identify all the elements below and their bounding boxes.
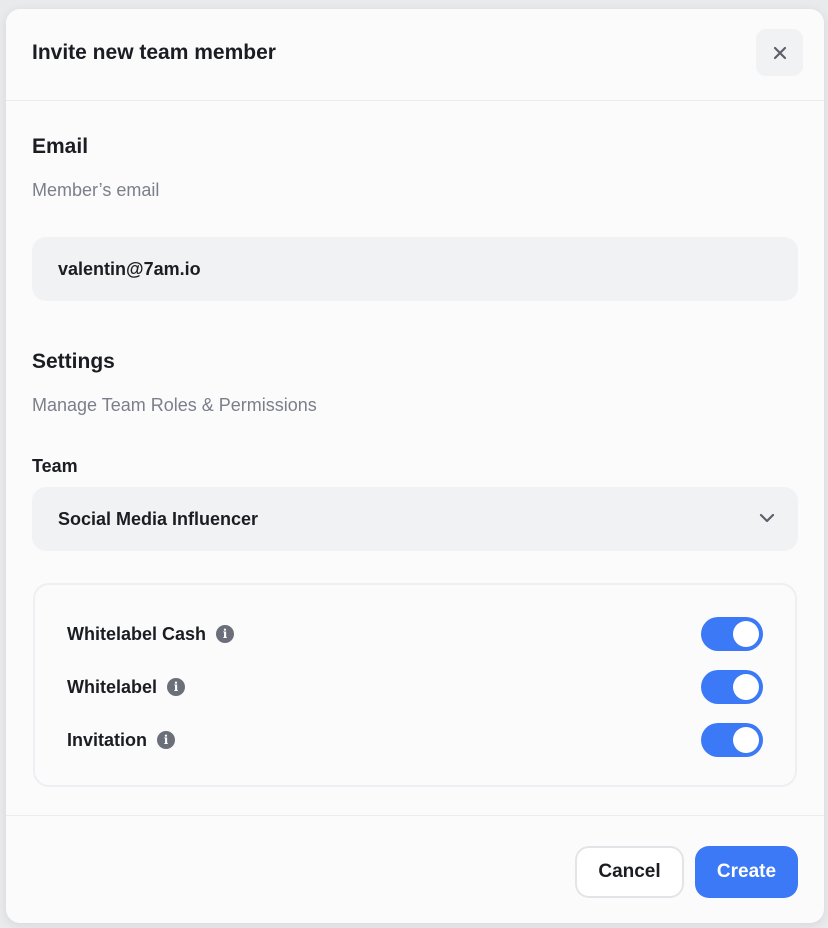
info-icon[interactable]: i	[167, 678, 186, 696]
permission-row-whitelabel-cash: Whitelabel Cash i	[67, 617, 763, 651]
toggle-whitelabel[interactable]	[701, 670, 763, 704]
toggle-knob	[733, 674, 759, 700]
permission-row-invitation: Invitation i	[67, 723, 763, 757]
modal-header: Invite new team member	[6, 9, 824, 101]
close-icon	[773, 46, 786, 59]
invite-member-modal: Invite new team member Email Member’s em…	[6, 9, 824, 923]
team-select[interactable]: Social Media Influencer	[32, 487, 798, 551]
toggle-knob	[733, 621, 759, 647]
email-field[interactable]	[32, 237, 798, 301]
info-icon[interactable]: i	[216, 625, 235, 643]
close-button[interactable]	[756, 29, 803, 76]
permission-row-whitelabel: Whitelabel i	[67, 670, 763, 704]
info-icon[interactable]: i	[157, 731, 175, 749]
cancel-button[interactable]: Cancel	[575, 846, 684, 898]
settings-section-subtitle: Manage Team Roles & Permissions	[32, 395, 317, 415]
modal-footer: Cancel Create	[6, 815, 824, 923]
toggle-invitation[interactable]	[701, 723, 763, 757]
email-section-title: Email	[32, 135, 89, 158]
toggle-whitelabel-cash[interactable]	[701, 617, 763, 651]
modal-title: Invite new team member	[32, 41, 276, 64]
permissions-panel: Whitelabel Cash i Whitelabel i Invitatio…	[33, 583, 797, 787]
email-section-subtitle: Member’s email	[32, 180, 160, 200]
team-label: Team	[32, 456, 78, 476]
toggle-knob	[733, 727, 759, 753]
team-select-value: Social Media Influencer	[58, 508, 259, 529]
create-button[interactable]: Create	[695, 846, 798, 898]
permission-label: Whitelabel Cash	[67, 623, 207, 644]
settings-section-title: Settings	[32, 350, 115, 373]
permission-label: Invitation	[67, 729, 147, 750]
permission-label: Whitelabel	[67, 676, 158, 697]
chevron-down-icon	[759, 513, 775, 523]
